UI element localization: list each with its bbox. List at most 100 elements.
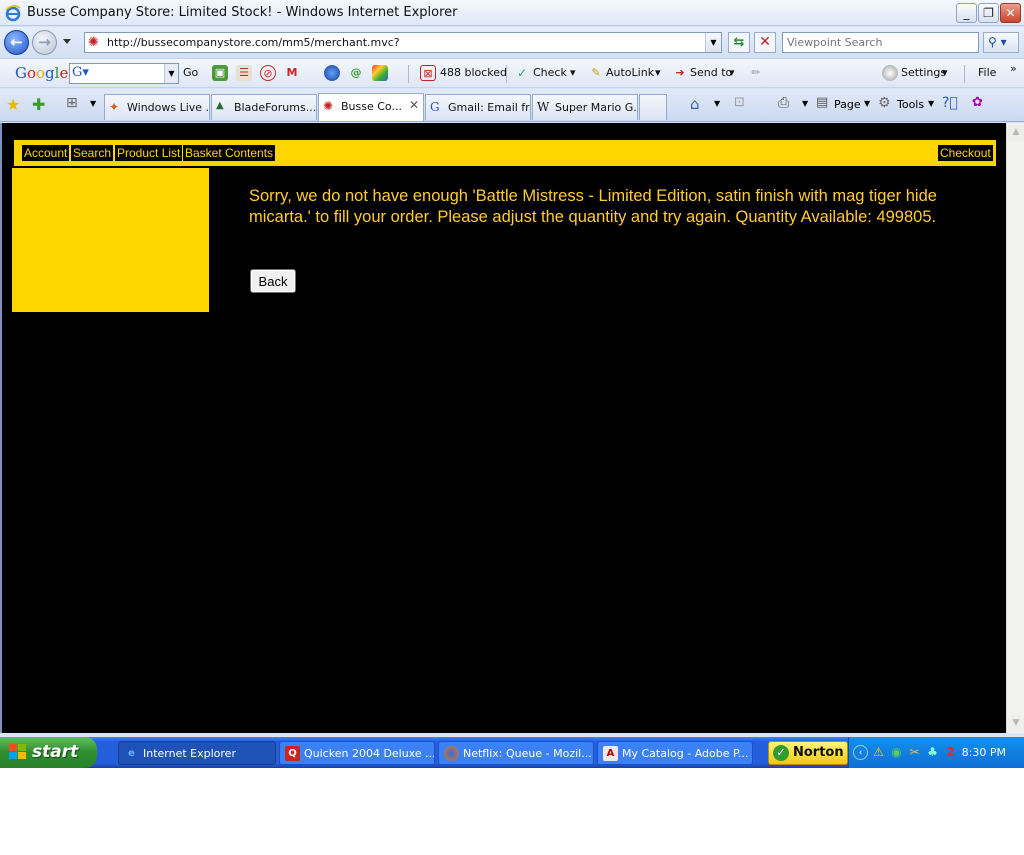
toolbar-separator — [408, 65, 409, 83]
task-quicken[interactable]: Q Quicken 2004 Deluxe ... — [279, 741, 435, 765]
magnifier-icon: ⚲ — [988, 35, 997, 49]
tab-windows-live[interactable]: ✦ Windows Live ... — [104, 94, 210, 120]
start-button[interactable]: start — [0, 737, 97, 768]
task-label: Netflix: Queue - Mozil... — [463, 747, 592, 760]
web-page: Account Search Product List Basket Conte… — [0, 123, 1006, 733]
help-icon[interactable]: ?⃝ — [942, 95, 958, 111]
earth-icon[interactable] — [324, 65, 340, 81]
window-title: Busse Company Store: Limited Stock! - Wi… — [27, 5, 458, 20]
home-icon[interactable]: ⌂ — [690, 95, 700, 113]
address-bar[interactable]: ✺ http://bussecompanystore.com/mm5/merch… — [84, 32, 722, 53]
computers-tray-icon[interactable]: ♣ — [925, 745, 940, 760]
internet-explorer-icon: e — [128, 748, 135, 759]
title-bar: Busse Company Store: Limited Stock! - Wi… — [0, 0, 1024, 26]
send-to-dropdown-icon[interactable]: ▾ — [729, 66, 735, 79]
spellcheck-button[interactable]: Check — [533, 66, 567, 79]
print-icon[interactable]: ⎙ — [778, 95, 789, 111]
send-to-button[interactable]: Send to — [690, 66, 732, 79]
tray-expand-icon[interactable]: ‹ — [853, 745, 868, 760]
network-icon[interactable]: ◉ — [889, 745, 904, 760]
popups-blocked-count[interactable]: 488 blocked — [440, 66, 507, 79]
settings-button[interactable]: Settings — [901, 66, 946, 79]
toolbar-overflow-icon[interactable]: » — [1010, 62, 1017, 75]
ie-window: Busse Company Store: Limited Stock! - Wi… — [0, 0, 1024, 768]
back-nav-button[interactable]: ← — [4, 30, 29, 55]
add-favorite-icon[interactable]: ✚ — [32, 95, 45, 114]
task-internet-explorer[interactable]: e Internet Explorer — [118, 741, 276, 765]
vertical-scrollbar[interactable]: ▲ ▼ — [1006, 123, 1024, 733]
url-text[interactable]: http://bussecompanystore.com/mm5/merchan… — [107, 36, 400, 49]
back-button[interactable]: Back — [250, 269, 296, 293]
task-adobe-catalog[interactable]: A My Catalog - Adobe P... — [597, 741, 753, 765]
print-dropdown-icon[interactable]: ▼ — [802, 99, 808, 108]
address-dropdown-icon[interactable]: ▼ — [705, 33, 721, 52]
google-search-dropdown-icon[interactable]: ▼ — [164, 64, 178, 83]
picture-icon[interactable]: ▣ — [212, 65, 228, 81]
nav-basket-contents-link[interactable]: Basket Contents — [183, 145, 276, 161]
forward-nav-button[interactable]: → — [32, 30, 57, 55]
new-tab-button[interactable] — [639, 94, 667, 120]
spellcheck-dropdown-icon[interactable]: ▾ — [570, 66, 576, 79]
close-tab-icon[interactable]: ✕ — [409, 98, 419, 112]
tab-gmail[interactable]: G Gmail: Email fr... — [425, 94, 531, 120]
file-menu[interactable]: File — [978, 66, 996, 79]
favorites-star-icon[interactable]: ★ — [6, 95, 20, 114]
firefox-icon — [444, 746, 459, 761]
error-message: Sorry, we do not have enough 'Battle Mis… — [249, 187, 937, 226]
send-to-icon: ➜ — [675, 66, 685, 79]
adobe-pdf-icon: A — [603, 746, 618, 761]
tab-super-mario[interactable]: W Super Mario G... — [532, 94, 638, 120]
toolbar-separator — [506, 65, 507, 83]
google-search-input[interactable]: G▾ ▼ — [69, 63, 179, 84]
close-button[interactable]: ✕ — [1000, 3, 1021, 23]
tools-dropdown-icon[interactable]: ▼ — [928, 99, 934, 108]
scroll-down-icon[interactable]: ▼ — [1008, 715, 1024, 732]
autolink-button[interactable]: AutoLink — [606, 66, 654, 79]
autolink-dropdown-icon[interactable]: ▾ — [655, 66, 661, 79]
gmail-icon[interactable]: M — [284, 65, 300, 81]
tab-label: BladeForums.... — [234, 101, 317, 114]
tab-bladeforums[interactable]: ▲ BladeForums.... — [211, 94, 317, 120]
feeds-icon[interactable]: ⊡ — [734, 95, 745, 110]
no-popup-icon[interactable]: ⊘ — [260, 65, 276, 81]
nav-search-link[interactable]: Search — [71, 145, 114, 161]
arrow-left-icon: ← — [10, 33, 23, 51]
settings-gear-icon — [882, 65, 898, 81]
search-go-button[interactable]: ⚲ ▾ — [983, 32, 1019, 53]
tools-menu[interactable]: Tools — [897, 98, 924, 111]
task-label: My Catalog - Adobe P... — [622, 747, 749, 760]
highlighter-icon[interactable]: ✏ — [748, 65, 764, 81]
task-firefox-netflix[interactable]: Netflix: Queue - Mozil... — [438, 741, 594, 765]
google-go-button[interactable]: Go — [183, 66, 198, 79]
restore-button[interactable]: ❐ — [978, 3, 999, 23]
tab-list-dropdown-icon[interactable]: ▼ — [90, 99, 96, 108]
tools-tray-icon[interactable]: ✂ — [907, 745, 922, 760]
two-tray-icon[interactable]: 2 — [943, 745, 958, 760]
quick-tabs-icon[interactable]: ⊞ — [66, 95, 78, 111]
refresh-button[interactable]: ⇆ — [728, 32, 750, 53]
warning-icon[interactable]: ⚠ — [871, 745, 886, 760]
norton-label: Norton — [793, 745, 844, 760]
search-box[interactable] — [782, 32, 979, 53]
settings-dropdown-icon[interactable]: ▾ — [942, 66, 948, 79]
tab-busse-company[interactable]: ✺ Busse Co... ✕ — [318, 93, 424, 121]
page-dropdown-icon[interactable]: ▼ — [864, 99, 870, 108]
tab-label: Gmail: Email fr... — [448, 101, 531, 114]
nav-checkout-link[interactable]: Checkout — [938, 145, 993, 161]
page-menu[interactable]: Page — [834, 98, 861, 111]
scroll-up-icon[interactable]: ▲ — [1008, 124, 1024, 141]
share-icon[interactable] — [372, 65, 388, 81]
bookmarks-icon[interactable]: ☰ — [236, 65, 252, 81]
minimize-button[interactable]: _ — [956, 3, 977, 23]
nav-account-link[interactable]: Account — [22, 145, 70, 161]
google-g-icon: G▾ — [72, 65, 89, 80]
norton-button[interactable]: ✓ Norton — [768, 741, 848, 765]
home-dropdown-icon[interactable]: ▼ — [714, 99, 720, 108]
spiral-icon[interactable]: @ — [348, 65, 364, 81]
recent-pages-dropdown[interactable] — [63, 39, 71, 44]
search-input[interactable] — [783, 33, 978, 52]
research-icon[interactable]: ✿ — [972, 95, 983, 110]
site-favicon-icon: ✺ — [88, 35, 99, 50]
stop-button[interactable]: ✕ — [754, 32, 776, 53]
nav-product-list-link[interactable]: Product List — [115, 145, 183, 161]
